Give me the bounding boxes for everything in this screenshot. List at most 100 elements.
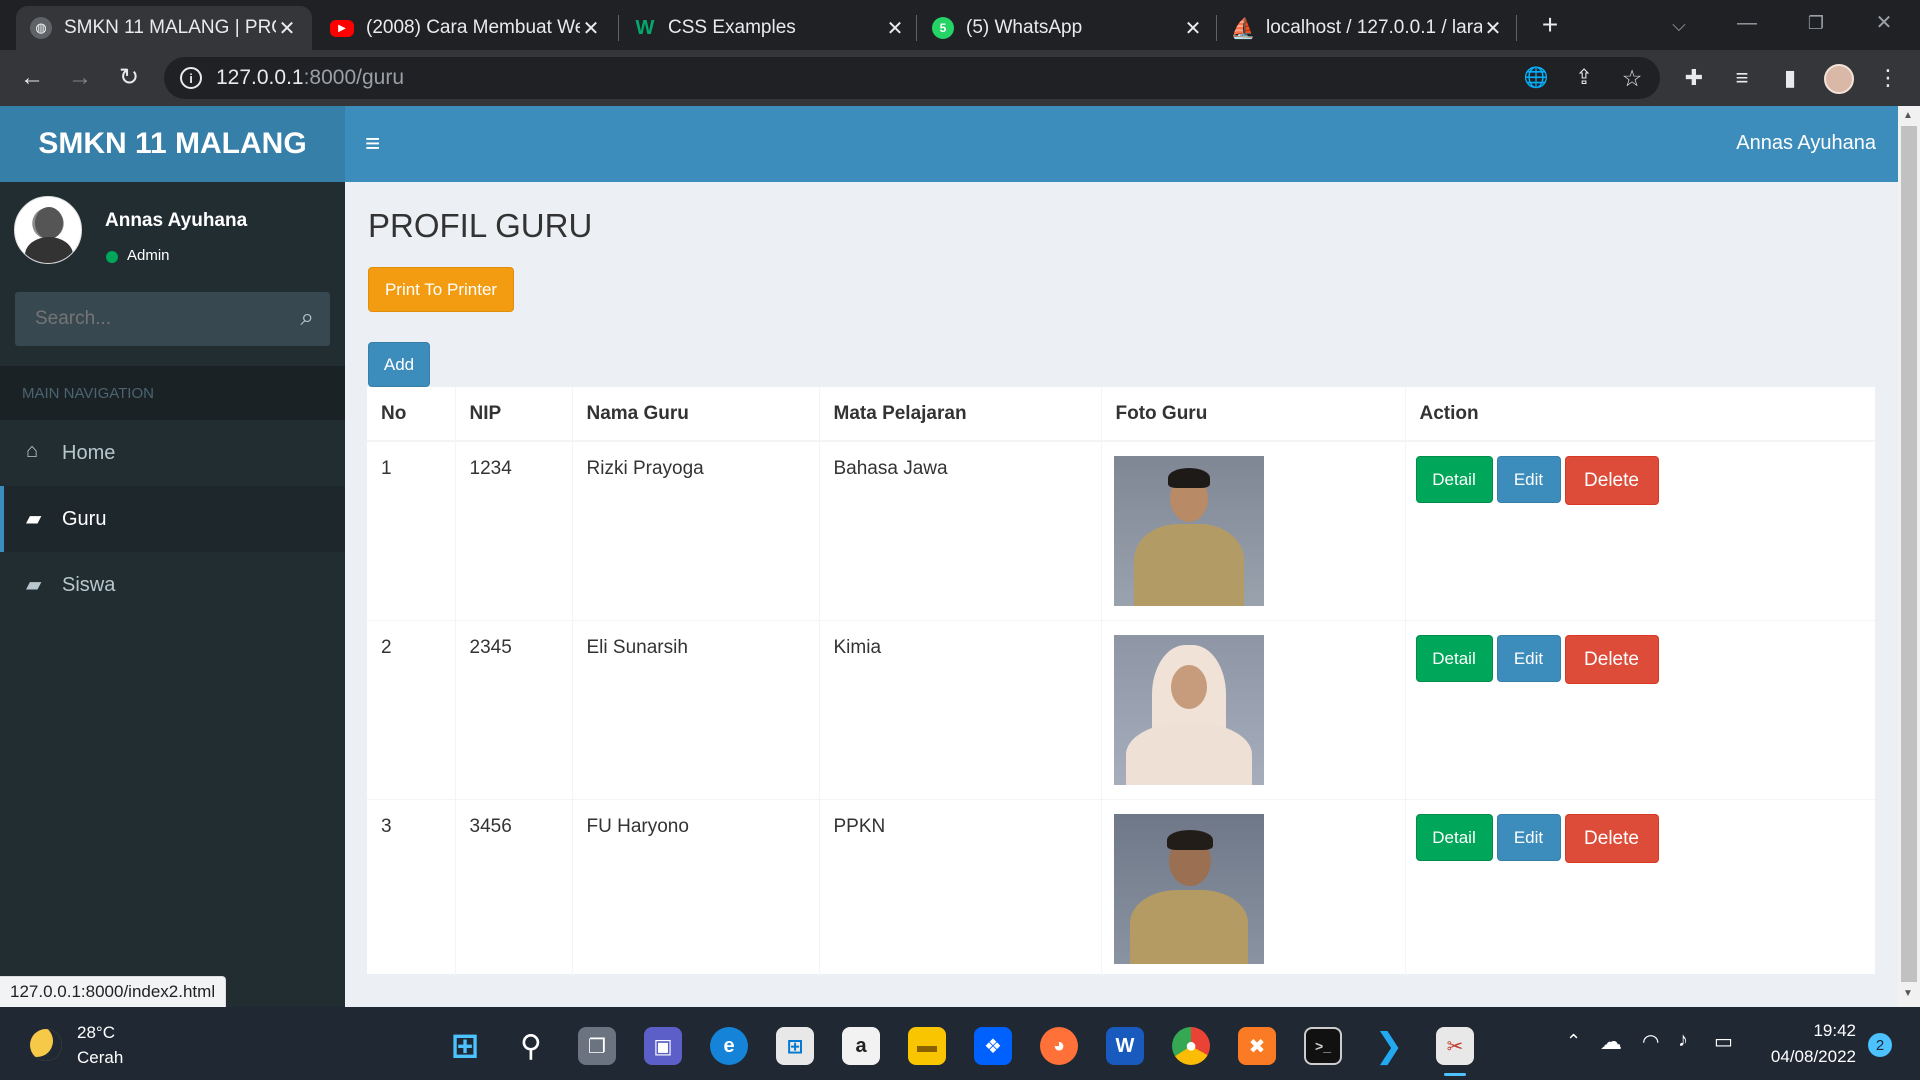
active-app-indicator bbox=[1444, 1073, 1466, 1076]
clock-time[interactable]: 19:42 bbox=[1760, 1021, 1856, 1041]
info-icon[interactable]: i bbox=[180, 67, 202, 89]
tab-phpmyadmin[interactable]: ⛵ localhost / 127.0.0.1 / lara ✕ bbox=[1218, 6, 1518, 50]
tab-separator bbox=[1216, 15, 1217, 41]
tab-separator bbox=[916, 15, 917, 41]
dropbox-icon[interactable]: ❖ bbox=[974, 1027, 1012, 1065]
home-icon: ⌂ bbox=[26, 440, 39, 462]
cell-no: 3 bbox=[367, 799, 456, 978]
browser-tab-bar: ◍ SMKN 11 MALANG | PROI ✕ ▶ (2008) Cara … bbox=[0, 0, 1920, 50]
detail-button[interactable]: Detail bbox=[1415, 814, 1493, 861]
search-icon[interactable]: ⚲ bbox=[512, 1027, 550, 1065]
tab-whatsapp[interactable]: 5 (5) WhatsApp ✕ bbox=[918, 6, 1218, 50]
table-row: 2 2345 Eli Sunarsih Kimia Detail Edit De… bbox=[367, 620, 1875, 800]
tab-search-chevron-icon[interactable]: ⌵ bbox=[1663, 10, 1695, 40]
detail-button[interactable]: Detail bbox=[1415, 456, 1493, 503]
browser-menu-icon[interactable]: ⋮ bbox=[1872, 63, 1904, 93]
wifi-icon[interactable]: ◠ bbox=[1642, 1029, 1659, 1054]
edit-button[interactable]: Edit bbox=[1496, 814, 1561, 861]
page-scrollbar[interactable]: ▲ ▼ bbox=[1898, 106, 1920, 1007]
edit-button[interactable]: Edit bbox=[1496, 635, 1561, 682]
edit-button[interactable]: Edit bbox=[1496, 456, 1561, 503]
cell-nip: 2345 bbox=[455, 620, 573, 800]
cell-mapel: Bahasa Jawa bbox=[819, 441, 1102, 621]
scroll-down-arrow-icon[interactable]: ▼ bbox=[1903, 988, 1913, 999]
extensions-puzzle-icon[interactable]: ✚ bbox=[1678, 63, 1710, 93]
volume-icon[interactable]: ♪ bbox=[1678, 1029, 1688, 1052]
weather-temperature: 28°C bbox=[77, 1023, 115, 1042]
firefox-icon[interactable]: ◕ bbox=[1040, 1027, 1078, 1065]
detail-button[interactable]: Detail bbox=[1415, 635, 1493, 682]
new-tab-plus-icon[interactable]: + bbox=[1534, 10, 1566, 40]
sidebar-user-role: Admin bbox=[127, 247, 170, 264]
xampp-icon[interactable]: ✖ bbox=[1238, 1027, 1276, 1065]
teams-chat-icon[interactable]: ▣ bbox=[644, 1027, 682, 1065]
close-icon[interactable]: ✕ bbox=[1482, 16, 1504, 41]
clock-date[interactable]: 04/08/2022 bbox=[1756, 1047, 1856, 1067]
nav-header-bg: MAIN NAVIGATION bbox=[0, 366, 345, 420]
minimize-icon[interactable]: — bbox=[1731, 8, 1763, 38]
amazon-icon[interactable]: a bbox=[842, 1027, 880, 1065]
delete-button[interactable]: Delete bbox=[1564, 456, 1659, 505]
snipping-tool-icon[interactable]: ✂ bbox=[1436, 1027, 1474, 1065]
book-icon: ▰ bbox=[26, 574, 42, 596]
back-arrow-icon[interactable]: ← bbox=[16, 63, 48, 93]
navbar-user-name[interactable]: Annas Ayuhana bbox=[1736, 132, 1876, 155]
brand-logo[interactable]: SMKN 11 MALANG bbox=[0, 106, 345, 182]
chrome-icon[interactable]: ● bbox=[1172, 1027, 1210, 1065]
task-view-icon[interactable]: ❐ bbox=[578, 1027, 616, 1065]
column-header-mapel: Mata Pelajaran bbox=[819, 387, 1102, 442]
delete-button[interactable]: Delete bbox=[1564, 814, 1659, 863]
search-icon[interactable]: ⌕ bbox=[301, 304, 314, 332]
close-icon[interactable]: ✕ bbox=[884, 16, 906, 41]
tab-smkn[interactable]: ◍ SMKN 11 MALANG | PROI ✕ bbox=[16, 6, 312, 50]
close-icon[interactable]: ✕ bbox=[276, 16, 298, 41]
sidebar-item-siswa[interactable]: ▰ Siswa bbox=[0, 552, 345, 618]
tab-title: SMKN 11 MALANG | PROI bbox=[64, 17, 276, 38]
scrollbar-thumb[interactable] bbox=[1901, 126, 1917, 982]
close-icon[interactable]: ✕ bbox=[1182, 16, 1204, 41]
scroll-up-arrow-icon[interactable]: ▲ bbox=[1903, 110, 1913, 121]
show-hidden-icons-chevron-icon[interactable]: ⌃ bbox=[1566, 1031, 1581, 1052]
edge-browser-icon[interactable]: e bbox=[710, 1027, 748, 1065]
sidebar-item-guru[interactable]: ▰ Guru bbox=[0, 486, 345, 552]
add-button[interactable]: Add bbox=[368, 342, 430, 387]
sidebar-search-input[interactable] bbox=[15, 292, 275, 346]
window-close-icon[interactable]: ✕ bbox=[1868, 8, 1900, 38]
print-button[interactable]: Print To Printer bbox=[368, 267, 514, 312]
column-header-foto: Foto Guru bbox=[1101, 387, 1406, 442]
column-header-action: Action bbox=[1405, 387, 1875, 442]
restore-icon[interactable]: ❐ bbox=[1800, 8, 1832, 38]
table-row: 3 3456 FU Haryono PPKN Detail Edit Delet… bbox=[367, 799, 1875, 978]
sidebar-item-home[interactable]: ⌂ Home bbox=[0, 420, 345, 486]
sidebar-user-name: Annas Ayuhana bbox=[105, 210, 248, 231]
vscode-icon[interactable]: ❯ bbox=[1370, 1027, 1408, 1065]
tab-youtube[interactable]: ▶ (2008) Cara Membuat We ✕ bbox=[316, 6, 616, 50]
file-explorer-icon[interactable]: ▬ bbox=[908, 1027, 946, 1065]
weather-moon-icon[interactable] bbox=[30, 1029, 62, 1061]
microsoft-store-icon[interactable]: ⊞ bbox=[776, 1027, 814, 1065]
windows-start-icon[interactable]: ⊞ bbox=[446, 1027, 484, 1065]
close-icon[interactable]: ✕ bbox=[580, 16, 602, 41]
cell-action: Detail Edit Delete bbox=[1405, 441, 1875, 621]
onedrive-cloud-icon[interactable]: ☁ bbox=[1600, 1029, 1622, 1055]
sidebar-toggle-hamburger-icon[interactable]: ≡ bbox=[365, 130, 391, 156]
bookmark-star-icon[interactable]: ☆ bbox=[1616, 63, 1648, 93]
side-panel-icon[interactable]: ▮ bbox=[1774, 63, 1806, 93]
reload-icon[interactable]: ↻ bbox=[113, 63, 145, 93]
terminal-icon[interactable]: >_ bbox=[1304, 1027, 1342, 1065]
profile-avatar[interactable] bbox=[1824, 64, 1854, 94]
globe-icon: ◍ bbox=[30, 17, 52, 39]
delete-button[interactable]: Delete bbox=[1564, 635, 1659, 684]
address-bar[interactable]: i 127.0.0.1 :8000/guru 🌐 ⇪ ☆ bbox=[164, 57, 1660, 99]
forward-arrow-icon[interactable]: → bbox=[64, 63, 96, 93]
youtube-icon: ▶ bbox=[330, 19, 354, 37]
word-icon[interactable]: W bbox=[1106, 1027, 1144, 1065]
reading-list-icon[interactable]: ≡ bbox=[1726, 63, 1758, 93]
tab-separator bbox=[618, 15, 619, 41]
notification-badge[interactable]: 2 bbox=[1868, 1033, 1892, 1057]
translate-icon[interactable]: 🌐 bbox=[1520, 63, 1552, 93]
user-avatar bbox=[14, 196, 82, 264]
tab-css-examples[interactable]: W CSS Examples ✕ bbox=[620, 6, 920, 50]
share-icon[interactable]: ⇪ bbox=[1568, 63, 1600, 93]
battery-icon[interactable]: ▭ bbox=[1714, 1029, 1733, 1054]
